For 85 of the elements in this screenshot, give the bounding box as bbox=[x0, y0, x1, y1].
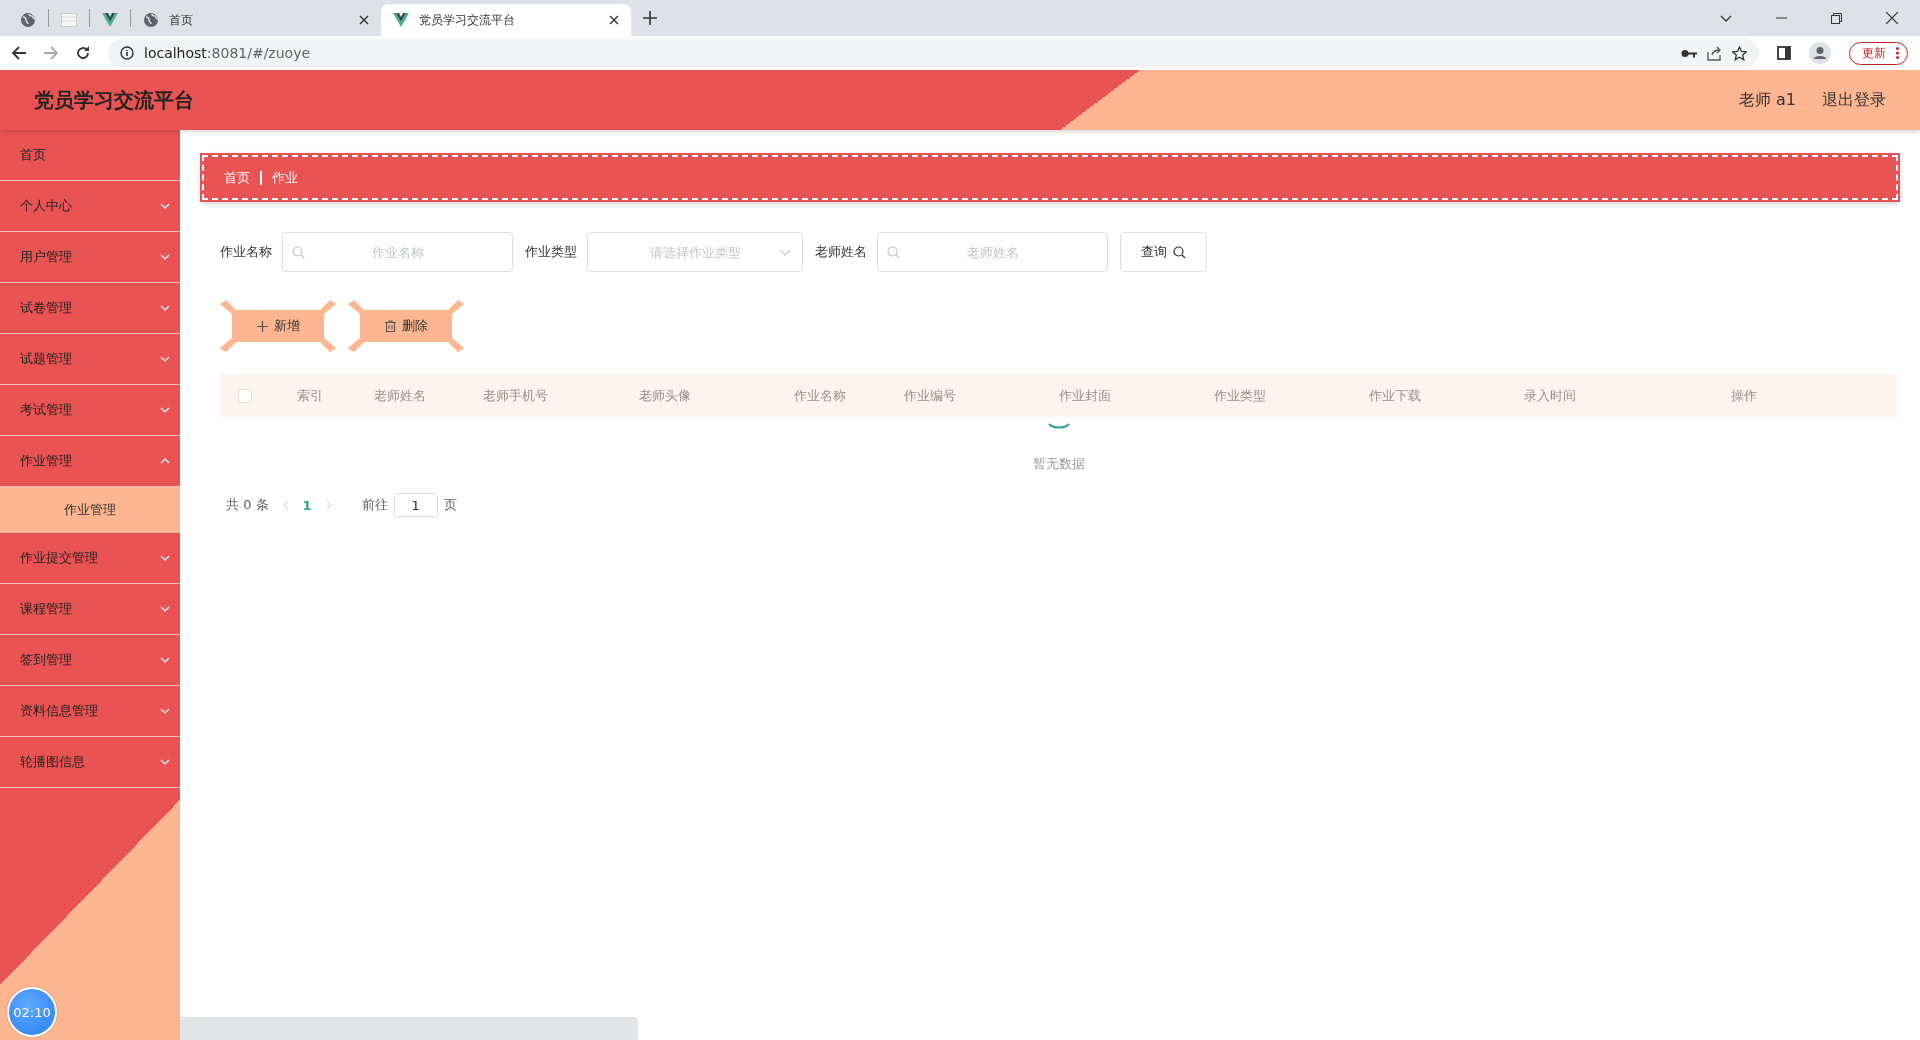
scrollbar[interactable] bbox=[180, 1017, 638, 1040]
update-button[interactable]: 更新 bbox=[1849, 41, 1908, 65]
column-header: 作业封面 bbox=[1059, 386, 1111, 405]
browser-tab[interactable]: 首页 bbox=[131, 4, 381, 36]
column-header: 操作 bbox=[1731, 386, 1757, 405]
search-field[interactable]: 作业名称 bbox=[282, 232, 513, 272]
more-icon bbox=[1896, 47, 1899, 59]
chevron-icon bbox=[160, 555, 170, 561]
field-label: 作业类型 bbox=[525, 243, 577, 261]
chevron-icon bbox=[160, 458, 170, 464]
close-icon[interactable] bbox=[1886, 12, 1898, 24]
delete-button[interactable]: 删除 bbox=[348, 300, 464, 352]
globe-icon bbox=[143, 12, 159, 28]
total-count: 共 0 条 bbox=[226, 496, 269, 514]
app-title: 党员学习交流平台 bbox=[34, 86, 194, 114]
logout-link[interactable]: 退出登录 bbox=[1822, 89, 1886, 111]
page-unit: 页 bbox=[443, 496, 457, 514]
page-number[interactable]: 1 bbox=[302, 497, 312, 513]
side-panel-icon[interactable] bbox=[1777, 46, 1791, 60]
breadcrumb-link[interactable]: 首页 bbox=[224, 168, 250, 187]
search-field[interactable]: 老师姓名 bbox=[877, 232, 1108, 272]
sidebar-item[interactable]: 试卷管理 bbox=[0, 283, 180, 334]
page-input[interactable]: 1 bbox=[393, 493, 438, 517]
search-icon bbox=[292, 246, 305, 259]
sidebar-item[interactable]: 资料信息管理 bbox=[0, 686, 180, 737]
page-icon bbox=[61, 13, 77, 27]
select-all-checkbox[interactable] bbox=[238, 388, 252, 403]
back-icon[interactable] bbox=[12, 46, 26, 60]
column-header: 老师手机号 bbox=[482, 386, 548, 405]
sidebar-item[interactable]: 首页 bbox=[0, 130, 180, 181]
field-label: 作业名称 bbox=[220, 243, 272, 261]
profile-icon[interactable] bbox=[1809, 42, 1831, 64]
v-logo-icon bbox=[393, 13, 409, 27]
chevron-down-icon bbox=[779, 249, 791, 256]
v-logo-icon bbox=[102, 13, 118, 27]
breadcrumb-link[interactable]: 作业 bbox=[272, 168, 298, 187]
chevron-icon bbox=[160, 305, 170, 311]
share-icon[interactable] bbox=[1707, 45, 1722, 61]
restore-icon[interactable] bbox=[1831, 12, 1842, 24]
chevron-down-icon[interactable] bbox=[1720, 14, 1732, 22]
sidebar-item[interactable]: 考试管理 bbox=[0, 385, 180, 436]
column-header: 索引 bbox=[297, 386, 323, 405]
sidebar-item[interactable]: 轮播图信息 bbox=[0, 737, 180, 788]
reload-icon[interactable] bbox=[76, 46, 90, 60]
sidebar-item[interactable]: 个人中心 bbox=[0, 181, 180, 232]
column-header: 作业名称 bbox=[794, 386, 846, 405]
search-icon bbox=[1173, 245, 1186, 259]
chevron-icon bbox=[160, 606, 170, 612]
key-icon[interactable] bbox=[1681, 48, 1697, 58]
chevron-icon bbox=[160, 356, 170, 362]
column-header: 老师姓名 bbox=[374, 386, 426, 405]
trash-icon bbox=[384, 320, 396, 332]
chevron-icon bbox=[160, 254, 170, 260]
globe-icon bbox=[20, 12, 36, 28]
browser-tab[interactable]: 党员学习交流平台 bbox=[381, 4, 631, 36]
chevron-icon bbox=[160, 203, 170, 209]
column-header: 录入时间 bbox=[1524, 386, 1576, 405]
info-icon[interactable] bbox=[120, 46, 134, 60]
type-select[interactable]: 请选择作业类型 bbox=[587, 232, 803, 272]
plus-icon bbox=[256, 320, 268, 332]
sidebar-item[interactable]: 签到管理 bbox=[0, 635, 180, 686]
user-name: 老师 a1 bbox=[1738, 89, 1796, 111]
search-icon bbox=[887, 246, 900, 259]
column-header: 作业下载 bbox=[1369, 386, 1421, 405]
close-icon[interactable] bbox=[609, 15, 619, 25]
star-icon[interactable] bbox=[1732, 45, 1747, 61]
column-header: 老师头像 bbox=[639, 386, 691, 405]
chevron-icon bbox=[160, 407, 170, 413]
chevron-icon bbox=[160, 657, 170, 663]
add-button[interactable]: 新增 bbox=[220, 300, 336, 352]
column-header: 作业编号 bbox=[904, 386, 956, 405]
chevron-icon bbox=[160, 759, 170, 765]
sidebar-item[interactable]: 课程管理 bbox=[0, 584, 180, 635]
search-button[interactable]: 查询 bbox=[1120, 232, 1207, 272]
goto-label: 前往 bbox=[361, 496, 388, 514]
chevron-icon bbox=[160, 708, 170, 714]
column-header: 作业类型 bbox=[1214, 386, 1266, 405]
sidebar-item[interactable]: 作业提交管理 bbox=[0, 533, 180, 584]
empty-text: 暂无数据 bbox=[1033, 455, 1085, 473]
close-icon[interactable] bbox=[359, 15, 369, 25]
address-bar[interactable]: localhost:8081/#/zuoye bbox=[108, 39, 1759, 67]
sidebar-item[interactable]: 试题管理 bbox=[0, 334, 180, 385]
field-label: 老师姓名 bbox=[815, 243, 867, 261]
sidebar-item[interactable]: 用户管理 bbox=[0, 232, 180, 283]
submenu-item[interactable]: 作业管理 bbox=[0, 487, 180, 533]
